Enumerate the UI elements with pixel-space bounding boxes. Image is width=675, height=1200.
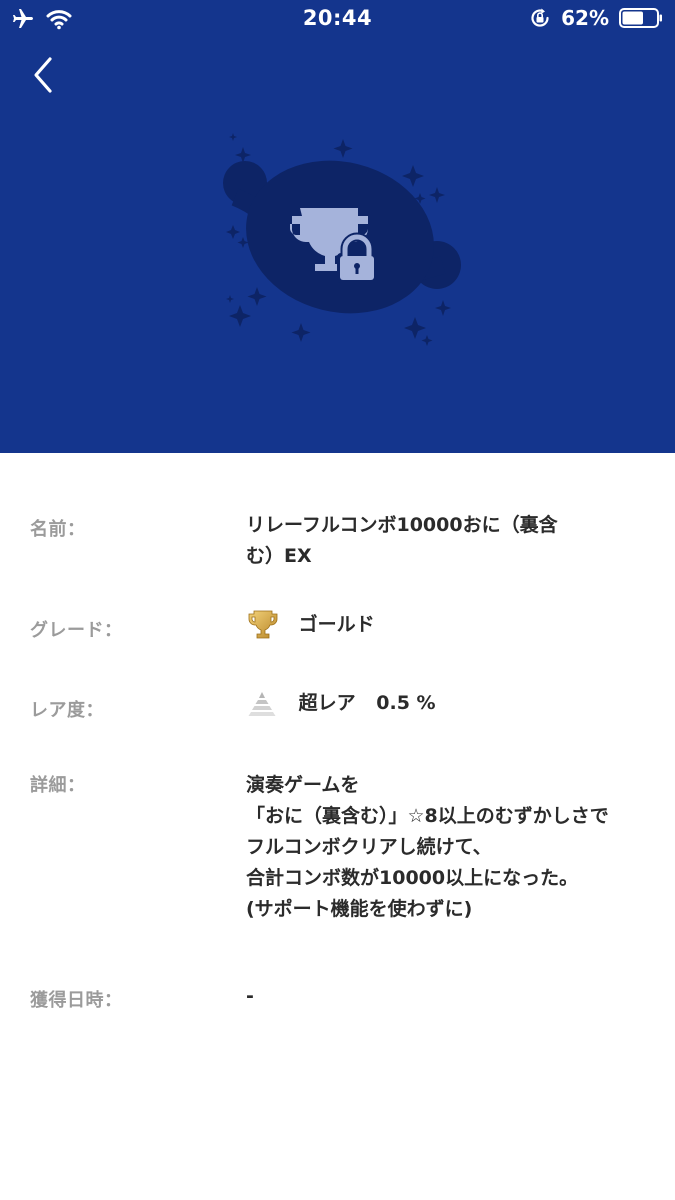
name-label: 名前：: [30, 519, 86, 540]
rarity-pyramid-icon: [248, 691, 276, 716]
rarity-label: レア度：: [30, 700, 104, 721]
name-value: リレーフルコンボ10000おに（裏含 む）EX: [246, 514, 558, 567]
grade-value: ゴールド: [246, 608, 646, 642]
back-button[interactable]: [26, 56, 66, 96]
chevron-left-icon: [34, 57, 52, 93]
acquired-value: -: [246, 985, 254, 1007]
achievement-details: 名前： リレーフルコンボ10000おに（裏含 む）EX グレード： ゴールド レ…: [0, 453, 675, 1200]
description-value: 演奏ゲームを 「おに（裏含む）」☆8以上のむずかしさで フルコンボクリアし続けて…: [246, 774, 609, 920]
gold-trophy-icon: [248, 610, 278, 639]
acquired-label: 獲得日時：: [30, 990, 123, 1011]
battery-icon: [619, 8, 662, 28]
grade-label: グレード：: [30, 620, 123, 641]
status-bar: 20:44 62%: [0, 0, 675, 38]
orientation-lock-icon: [531, 8, 549, 27]
battery-percent: 62%: [561, 6, 609, 30]
locked-trophy-badge: [223, 133, 461, 346]
achievement-header: 20:44 62%: [0, 0, 675, 453]
description-label: 詳細：: [30, 775, 86, 796]
rarity-value: 超レア 0.5 %: [246, 688, 646, 719]
